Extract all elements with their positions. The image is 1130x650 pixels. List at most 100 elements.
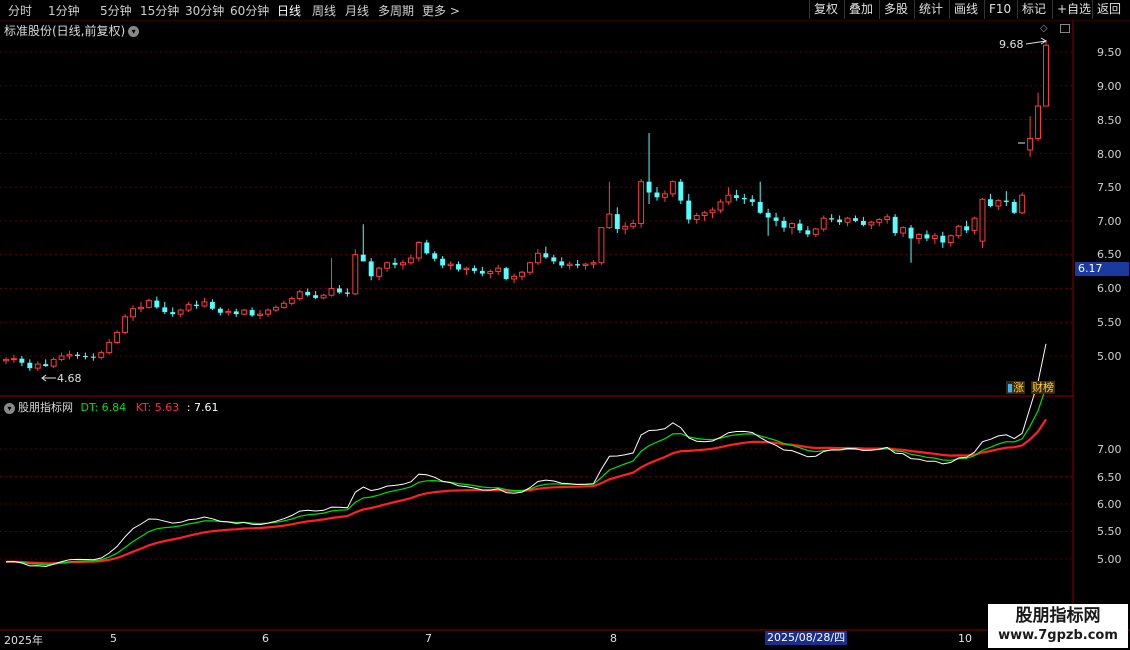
ind-ytick: 5.00 [1097,553,1122,566]
candle-body [773,217,779,221]
ytick: 7.50 [1097,181,1122,194]
candle-body [145,300,152,308]
candle-body [27,362,33,369]
candle-body [399,262,406,266]
candle-body [352,254,359,295]
candle-body [924,234,930,239]
candle-body [669,181,676,195]
candle-body [280,302,287,308]
candle-body [741,197,747,200]
candle-body [837,219,843,223]
candle-body [788,223,795,229]
candle-body [551,257,557,262]
candle-body [630,223,637,227]
badge-text: 涨 [1013,381,1025,394]
extra-value: : 7.61 [186,401,219,414]
price-chart[interactable] [0,0,1130,650]
kt-line [5,418,1047,565]
indicator-lines [5,343,1047,568]
candle-body [749,199,755,202]
candle-body [661,193,668,198]
candle-body [170,312,176,315]
candle-body [931,235,938,239]
finance-badge[interactable]: 财榜 [1031,381,1055,394]
candle-body [614,214,620,229]
candle-body [288,298,295,304]
candle-body [98,352,105,358]
candle-body [130,308,136,318]
candle-body [1011,201,1017,213]
ytick: 8.50 [1097,114,1122,127]
candle-body [900,227,907,234]
candle-body [257,313,264,316]
ind-ytick: 5.50 [1097,525,1122,538]
candle-body [58,355,65,360]
candle-body [717,201,724,211]
chevron-down-icon[interactable]: ▾ [128,26,140,37]
candle-body [138,306,144,310]
markers [41,37,1047,382]
high-price-marker: 9.68 [999,38,1024,51]
panel-toggle-icon[interactable] [1060,24,1070,33]
candle-body [559,261,565,266]
candle-body [582,263,589,266]
candle-body [249,310,255,316]
chevron-down-icon[interactable]: ▾ [4,402,15,414]
candle-body [122,316,129,333]
candle-body [860,220,866,225]
high-arrow [1025,37,1047,45]
low-arrow [41,374,56,382]
candle-body [884,216,891,221]
candle-body [233,311,239,315]
candle-body [940,235,946,243]
candle-body [527,262,533,273]
candle-body [964,226,970,231]
watermark: 股朋指标网 www.7gpzb.com [988,604,1128,648]
candle-body [892,216,898,234]
candle-body [686,200,692,220]
candle-body [654,192,660,198]
candle-body [272,306,279,311]
candle-body [384,262,391,269]
candle-body [812,228,819,235]
ytick: 9.50 [1097,46,1122,59]
ind-ytick: 6.50 [1097,471,1122,484]
candle-body [534,252,541,264]
candle-body [1027,137,1034,151]
candle-body [916,233,922,239]
candle-body [344,292,350,294]
candle-body [947,235,954,244]
candle-body [376,267,383,277]
cursor-date: 2025/08/28/四 [765,631,848,645]
candle-body [305,291,311,296]
candle-body [995,200,1002,207]
candle-body [162,307,168,313]
candle-body [575,264,581,266]
candle-body [701,212,708,216]
candle-body [185,304,192,311]
ytick: 8.00 [1097,148,1122,161]
candle-body [797,223,803,231]
candle-body [392,262,398,265]
badge-text: 财榜 [1032,381,1054,394]
candle-body [590,262,597,265]
candle-body [1003,200,1009,202]
candle-body [733,195,739,198]
candle-body [201,301,208,307]
indicator-title: ▾ 股朋指标网 DT: 6.84 KT: 5.63 : 7.61 [4,399,218,415]
candle-body [3,358,9,362]
candle-body [805,230,811,235]
ytick: 5.00 [1097,350,1122,363]
candle-body [296,291,303,300]
diamond-icon[interactable]: ◇ [1040,23,1048,34]
stock-title: 标准股份(日线,前复权) ▾ [4,22,140,39]
watermark-url: www.7gpzb.com [998,628,1118,643]
candle-body [360,254,366,262]
candle-body [1019,194,1026,214]
candle-body [876,219,883,223]
candle-body [440,258,446,266]
candle-body [646,181,652,193]
candle-body [709,209,716,214]
limit-up-badge[interactable]: ▮涨 [1006,381,1026,394]
candle-body [820,217,827,230]
